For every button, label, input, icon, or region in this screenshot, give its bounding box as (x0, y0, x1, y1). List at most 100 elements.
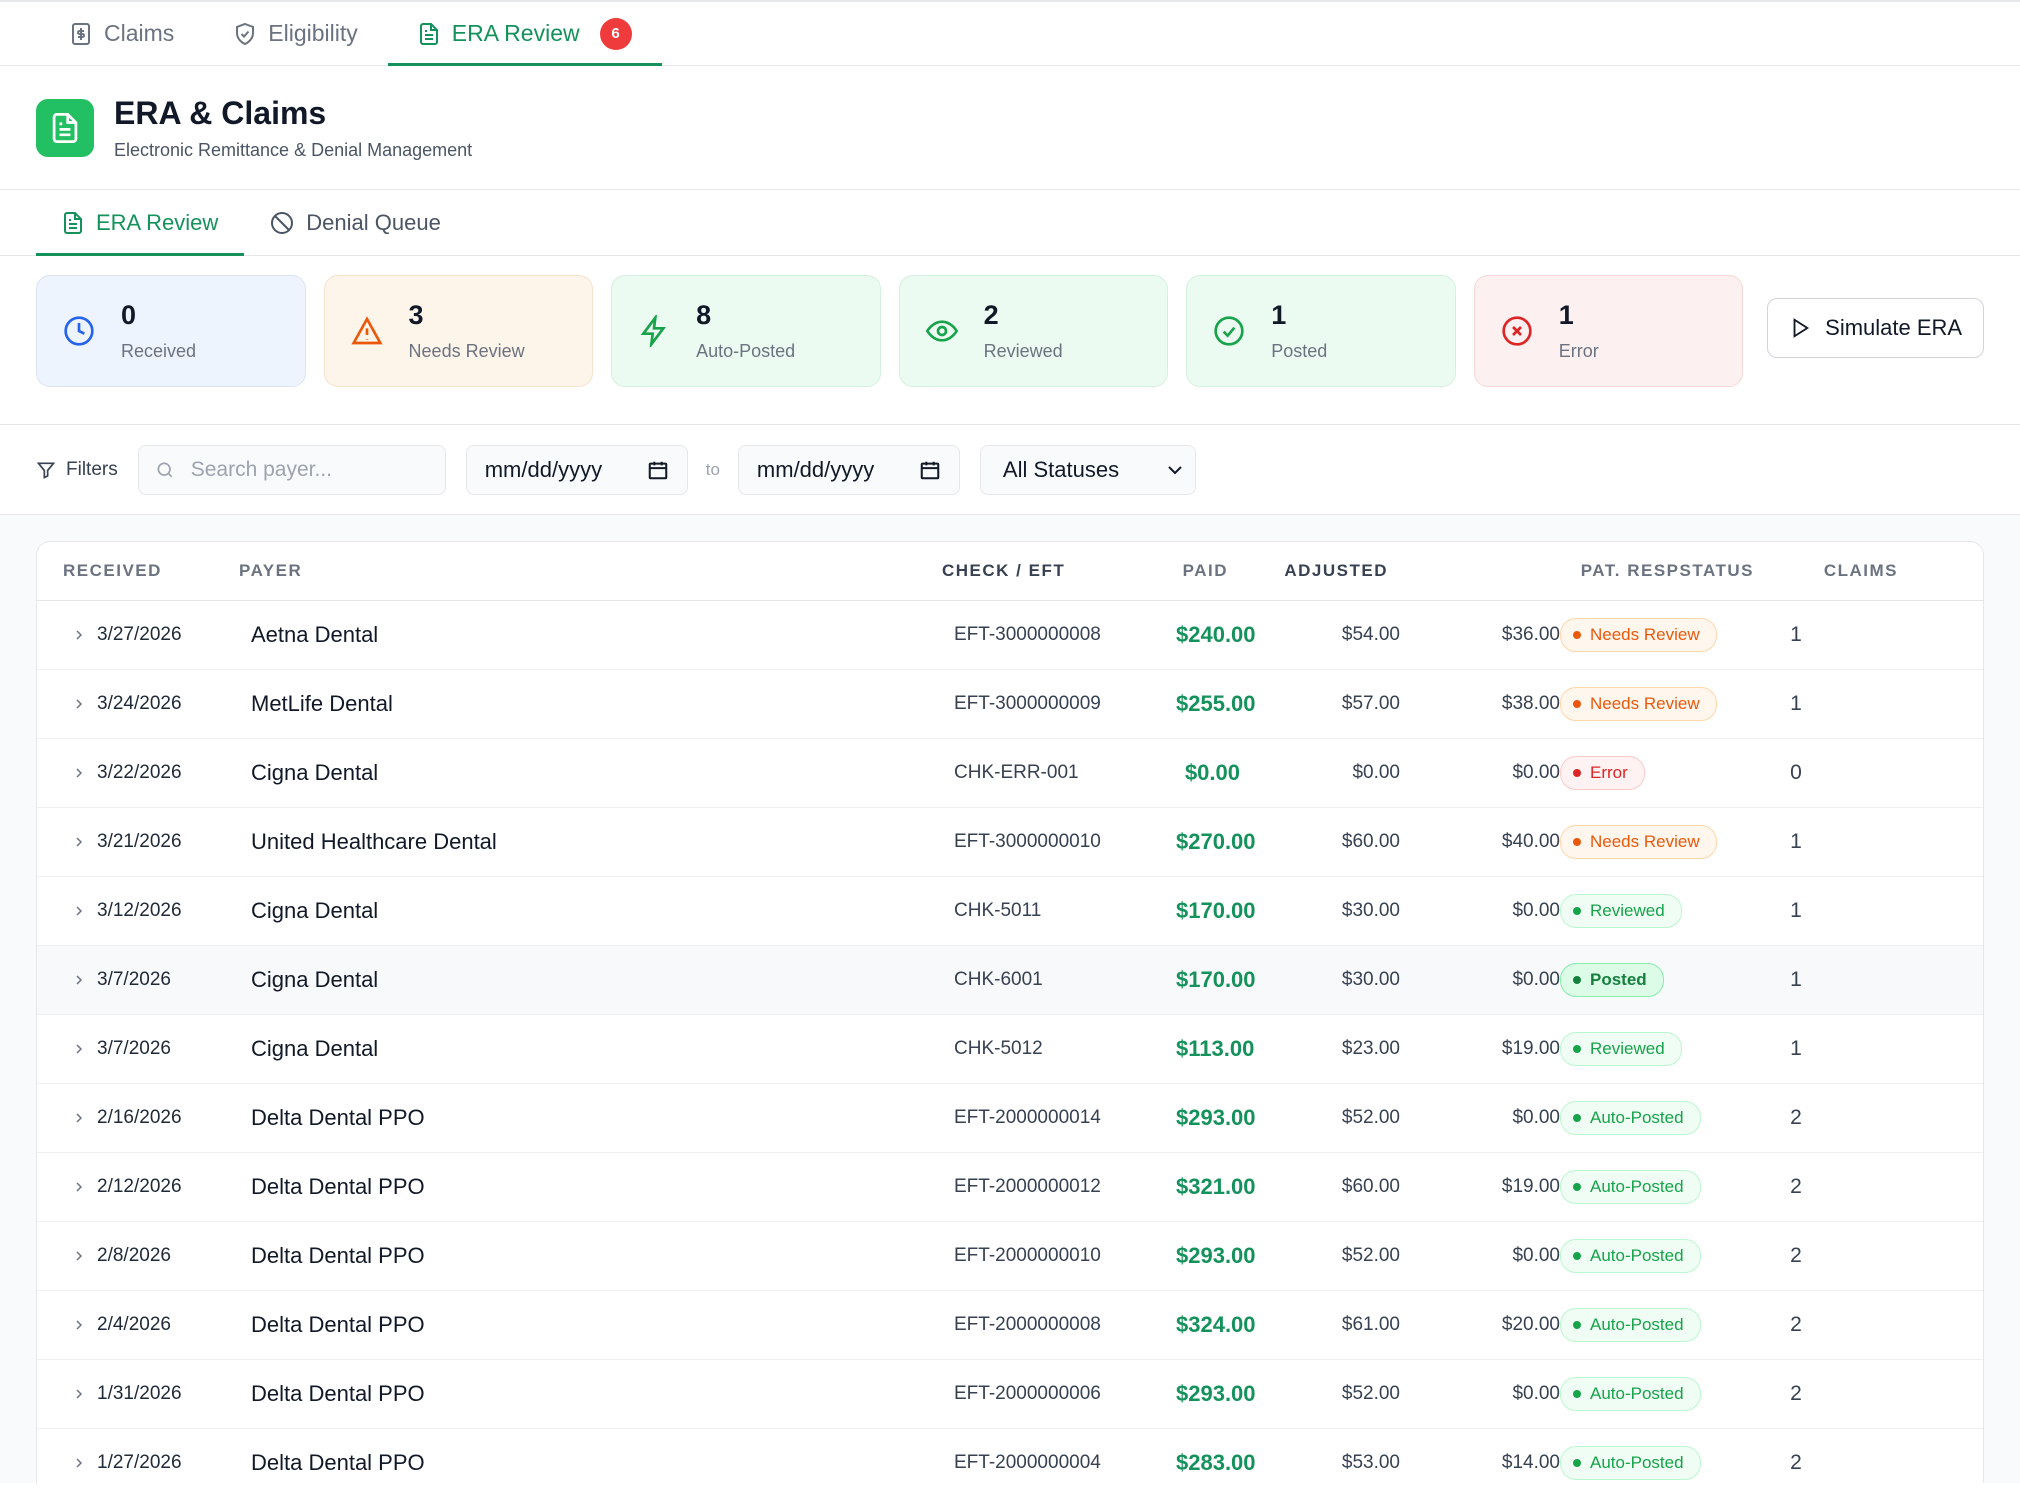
subtab-era-review[interactable]: ERA Review (36, 190, 245, 256)
expand-cell[interactable] (37, 765, 97, 781)
chevron-right-icon[interactable] (71, 834, 87, 850)
check-eft-number: EFT-3000000008 (954, 624, 1101, 645)
chevron-right-icon[interactable] (71, 627, 87, 643)
expand-cell[interactable] (37, 1041, 97, 1057)
date-to-input[interactable]: mm/dd/yyyy (737, 444, 960, 495)
chevron-right-icon[interactable] (71, 1041, 87, 1057)
status-cell: Needs Review (1560, 687, 1766, 721)
col-adjusted[interactable]: ADJUSTED (1228, 561, 1388, 581)
status-dot-icon (1573, 769, 1581, 777)
received-date: 2/16/2026 (97, 1107, 182, 1128)
payer-name: Cigna Dental (251, 760, 379, 785)
chevron-right-icon[interactable] (71, 1110, 87, 1126)
table-row[interactable]: 2/16/2026 Delta Dental PPO EFT-2000000014 $… (37, 1084, 1983, 1153)
table-row[interactable]: 2/8/2026 Delta Dental PPO EFT-2000000010 $2… (37, 1222, 1983, 1291)
paid-amount: $270.00 (1176, 829, 1256, 854)
table-row[interactable]: 3/12/2026 Cigna Dental CHK-5011 $170.00 $30.… (37, 877, 1983, 946)
filter-bar: Filters mm/dd/yyyy to mm/dd/yyyy All Sta… (0, 425, 2020, 515)
stat-received[interactable]: 0 Received (36, 275, 306, 387)
table-row[interactable]: 3/27/2026 Aetna Dental EFT-3000000008 $240.… (37, 601, 1983, 670)
search-payer-box (137, 444, 446, 495)
simulate-era-button[interactable]: Simulate ERA (1767, 298, 1984, 358)
calendar-icon[interactable] (647, 459, 669, 481)
table-row[interactable]: 2/12/2026 Delta Dental PPO EFT-2000000012 $… (37, 1153, 1983, 1222)
table-row[interactable]: 2/4/2026 Delta Dental PPO EFT-2000000008 $3… (37, 1291, 1983, 1360)
expand-cell[interactable] (37, 1179, 97, 1195)
adjusted-amount: $52.00 (1341, 1245, 1400, 1266)
col-paid[interactable]: PAID (1164, 561, 1228, 581)
search-input[interactable] (188, 456, 433, 483)
expand-cell[interactable] (37, 1455, 97, 1471)
page-header: ERA & Claims Electronic Remittance & Den… (0, 66, 2020, 190)
stat-error[interactable]: 1 Error (1473, 275, 1744, 387)
expand-cell[interactable] (37, 1386, 97, 1402)
chevron-right-icon[interactable] (71, 1179, 87, 1195)
chevron-right-icon[interactable] (71, 1248, 87, 1264)
patient-responsibility: $0.00 (1512, 1383, 1560, 1404)
adjusted-amount: $60.00 (1341, 831, 1400, 852)
date-from-input[interactable]: mm/dd/yyyy (465, 444, 688, 495)
expand-cell[interactable] (37, 696, 97, 712)
stat-needs-review[interactable]: 3 Needs Review (323, 275, 594, 387)
calendar-icon[interactable] (919, 459, 941, 481)
status-cell: Posted (1560, 963, 1766, 997)
dollar-doc-icon (70, 22, 92, 46)
col-pat-resp-status[interactable]: PAT. RESPSTATUS (1388, 561, 1754, 581)
tab-era-review[interactable]: ERA Review 6 (387, 2, 662, 66)
expand-cell[interactable] (37, 1110, 97, 1126)
claims-count: 1 (1790, 830, 1802, 853)
col-payer[interactable]: PAYER (239, 561, 942, 581)
chevron-right-icon[interactable] (71, 1317, 87, 1333)
subtab-denial-queue[interactable]: Denial Queue (244, 190, 467, 255)
table-body: 3/27/2026 Aetna Dental EFT-3000000008 $240.… (37, 601, 1983, 1483)
play-icon (1789, 317, 1811, 339)
expand-cell[interactable] (37, 834, 97, 850)
payer-name: Aetna Dental (251, 622, 379, 647)
chevron-right-icon[interactable] (71, 765, 87, 781)
tab-eligibility[interactable]: Eligibility (204, 2, 387, 65)
check-circle-icon (1213, 315, 1245, 347)
col-claims[interactable]: CLAIMS (1754, 561, 1898, 581)
era-app-icon (36, 98, 94, 157)
table-row[interactable]: 1/27/2026 Delta Dental PPO EFT-2000000004 $… (37, 1429, 1983, 1483)
chevron-right-icon[interactable] (71, 1455, 87, 1471)
expand-cell[interactable] (37, 1317, 97, 1333)
status-badge: Auto-Posted (1560, 1446, 1701, 1480)
table-row[interactable]: 3/22/2026 Cigna Dental CHK-ERR-001 $0.00 $0.… (37, 739, 1983, 808)
stat-count: 0 (121, 300, 137, 330)
col-received[interactable]: RECEIVED (37, 561, 239, 581)
status-dot-icon (1573, 1321, 1581, 1329)
status-text: Needs Review (1590, 694, 1700, 713)
claims-count: 2 (1790, 1244, 1802, 1267)
status-cell: Needs Review (1560, 825, 1766, 859)
chevron-right-icon[interactable] (71, 903, 87, 919)
search-icon (155, 460, 175, 480)
stat-posted[interactable]: 1 Posted (1186, 275, 1456, 387)
expand-cell[interactable] (37, 1248, 97, 1264)
subtab-label: ERA Review (96, 209, 219, 235)
stat-reviewed[interactable]: 2 Reviewed (898, 275, 1169, 387)
adjusted-amount: $52.00 (1341, 1383, 1400, 1404)
stat-auto-posted[interactable]: 8 Auto-Posted (611, 275, 881, 387)
table-row[interactable]: 1/31/2026 Delta Dental PPO EFT-2000000006 $… (37, 1360, 1983, 1429)
status-select[interactable]: All Statuses (979, 444, 1196, 495)
status-badge: Auto-Posted (1560, 1170, 1701, 1204)
status-text: Auto-Posted (1590, 1315, 1684, 1334)
expand-cell[interactable] (37, 972, 97, 988)
tab-claims[interactable]: Claims (40, 2, 204, 65)
chevron-right-icon[interactable] (71, 696, 87, 712)
page-title: ERA & Claims (114, 94, 327, 131)
check-eft-number: CHK-5012 (954, 1038, 1043, 1059)
table-row[interactable]: 3/7/2026 Cigna Dental CHK-5012 $113.00 $23.0… (37, 1015, 1983, 1084)
expand-cell[interactable] (37, 627, 97, 643)
adjusted-amount: $0.00 (1352, 762, 1400, 783)
claims-count: 2 (1790, 1382, 1802, 1405)
col-check-eft[interactable]: CHECK / EFT (942, 561, 1164, 581)
expand-cell[interactable] (37, 903, 97, 919)
table-row[interactable]: 3/7/2026 Cigna Dental CHK-6001 $170.00 $30.0… (37, 946, 1983, 1015)
chevron-right-icon[interactable] (71, 1386, 87, 1402)
chevron-right-icon[interactable] (71, 972, 87, 988)
table-row[interactable]: 3/24/2026 MetLife Dental EFT-3000000009 $25… (37, 670, 1983, 739)
stat-label: Error (1558, 341, 1599, 361)
table-row[interactable]: 3/21/2026 United Healthcare Dental EFT-300… (37, 808, 1983, 877)
